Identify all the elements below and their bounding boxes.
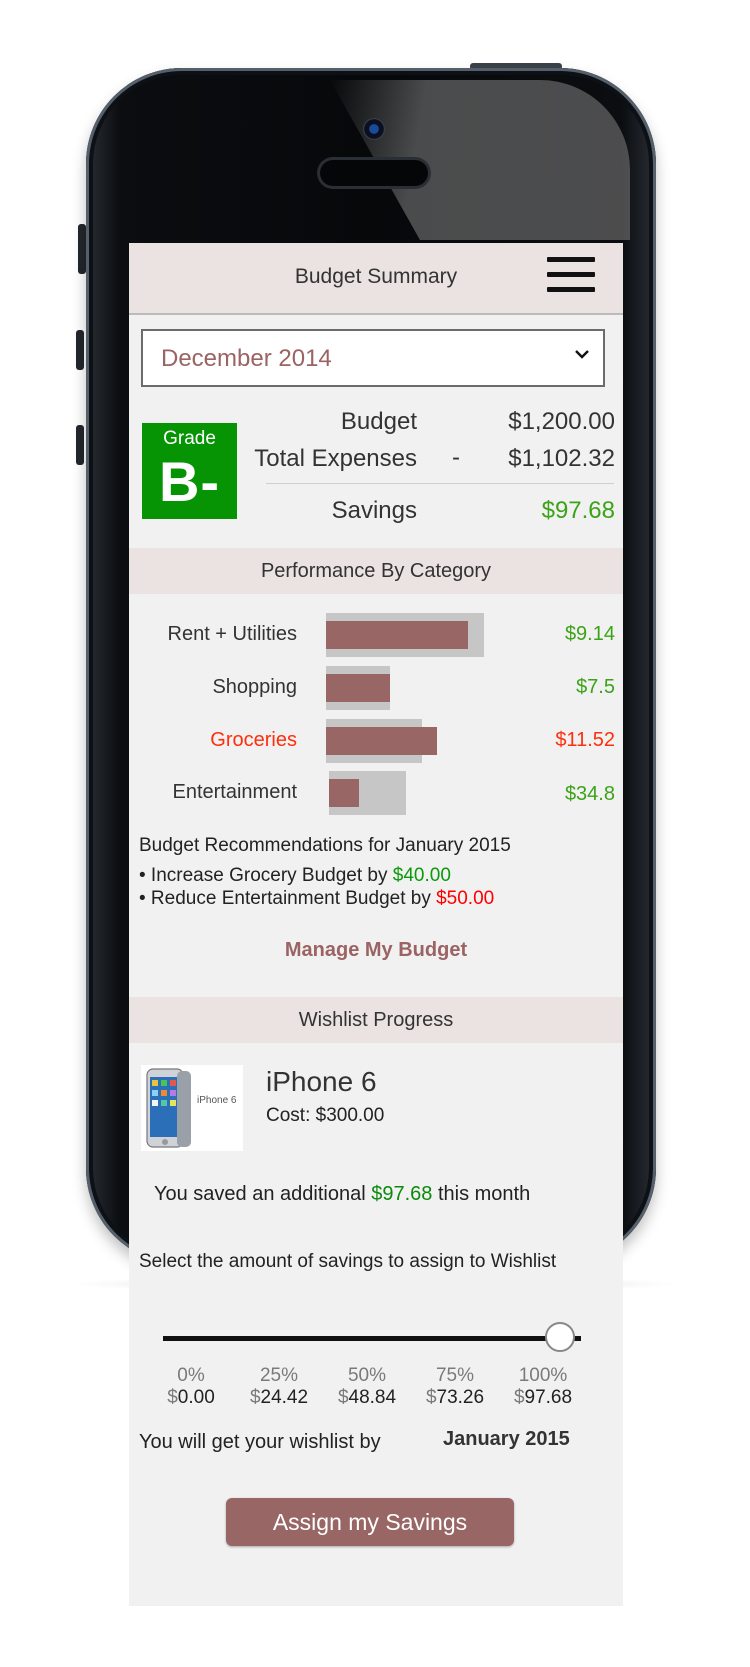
category-row-shopping: Shopping $7.5	[129, 666, 623, 710]
saved-suffix: this month	[432, 1183, 531, 1205]
category-row-entertainment: Entertainment $34.8	[129, 771, 623, 815]
thumbnail-caption: iPhone 6	[197, 1095, 237, 1106]
tick-percent: 0%	[177, 1365, 205, 1386]
wishlist-item-name: iPhone 6	[266, 1066, 377, 1097]
savings-value: $97.68	[541, 497, 615, 524]
camera-icon	[363, 118, 385, 140]
performance-section-header: Performance By Category	[129, 548, 623, 594]
tick-amount: $24.42	[249, 1387, 309, 1408]
category-spent-bar	[326, 674, 390, 702]
category-row-groceries: Groceries $11.52	[129, 719, 623, 763]
wishlist-title: Wishlist Progress	[298, 1009, 454, 1031]
saved-amount: $97.68	[371, 1183, 433, 1205]
slider-tick: 75% $73.26	[410, 1365, 500, 1409]
month-select[interactable]: December 2014	[141, 329, 605, 387]
tick-amount: $73.26	[425, 1387, 485, 1408]
category-label: Rent + Utilities	[167, 623, 298, 645]
tick-percent: 50%	[347, 1365, 387, 1386]
chevron-down-icon	[575, 350, 589, 359]
slider-tick: 25% $24.42	[234, 1365, 324, 1409]
tick-amount: $0.00	[167, 1387, 215, 1408]
category-row-rent: Rent + Utilities $9.14	[129, 613, 623, 657]
month-select-value: December 2014	[161, 345, 332, 372]
category-label: Shopping	[212, 676, 297, 698]
grade-value: B-	[158, 450, 221, 513]
tick-percent: 25%	[259, 1365, 299, 1386]
category-value: $9.14	[564, 623, 615, 645]
category-spent-bar	[326, 727, 437, 755]
tick-percent: 75%	[435, 1365, 475, 1386]
wishlist-section-header: Wishlist Progress	[129, 997, 623, 1043]
category-value: $34.8	[564, 783, 615, 805]
manage-budget-link[interactable]: Manage My Budget	[129, 939, 623, 962]
saved-this-month: You saved an additional $97.68 this mont…	[154, 1183, 530, 1206]
slider-tick: 0% $0.00	[146, 1365, 236, 1409]
recommendation-text: • Reduce Entertainment Budget by	[139, 888, 437, 909]
expenses-label: Total Expenses	[254, 445, 417, 472]
mute-switch	[78, 224, 86, 274]
speaker-grille	[320, 160, 428, 186]
grade-label: Grade	[163, 428, 216, 449]
app-screen: Budget Summary December 2014 Grade B- Bu…	[129, 243, 623, 1606]
summary-divider	[266, 483, 614, 484]
recommendation-item: • Increase Grocery Budget by $40.00	[139, 865, 451, 887]
slider-tick: 100% $97.68	[498, 1365, 588, 1409]
tick-percent: 100%	[518, 1365, 568, 1386]
category-spent-bar	[329, 779, 359, 807]
volume-down-button	[76, 425, 84, 465]
savings-slider-thumb[interactable]	[545, 1322, 575, 1352]
tick-amount: $97.68	[513, 1387, 573, 1408]
volume-up-button	[76, 330, 84, 370]
recommendation-amount: $50.00	[436, 888, 495, 909]
category-value: $11.52	[555, 729, 615, 751]
saved-prefix: You saved an additional	[154, 1183, 372, 1205]
recommendation-text: • Increase Grocery Budget by	[139, 865, 393, 886]
expenses-value: $1,102.32	[508, 445, 615, 472]
category-spent-bar	[326, 621, 468, 649]
category-value: $7.5	[576, 676, 615, 698]
category-label: Groceries	[210, 729, 297, 751]
assign-savings-button[interactable]: Assign my Savings	[226, 1498, 514, 1546]
header-bar: Budget Summary	[129, 243, 623, 315]
recommendation-amount: $40.00	[392, 865, 451, 886]
budget-label: Budget	[340, 408, 417, 435]
eta-value: January 2015	[443, 1428, 570, 1450]
eta-label: You will get your wishlist by	[139, 1431, 381, 1453]
savings-label: Savings	[331, 497, 417, 524]
tick-amount: $48.84	[337, 1387, 397, 1408]
category-label: Entertainment	[172, 781, 297, 803]
recommendations-title: Budget Recommendations for January 2015	[139, 835, 511, 856]
wishlist-item-cost: Cost: $300.00	[266, 1105, 385, 1126]
expenses-sign: -	[452, 444, 460, 471]
hamburger-menu-icon[interactable]	[547, 257, 595, 295]
wishlist-item-image: iPhone 6	[141, 1065, 243, 1151]
recommendation-item: • Reduce Entertainment Budget by $50.00	[139, 888, 494, 910]
assign-prompt: Select the amount of savings to assign t…	[139, 1251, 557, 1272]
grade-badge: Grade B-	[142, 423, 237, 519]
performance-title: Performance By Category	[260, 560, 492, 582]
budget-value: $1,200.00	[508, 408, 615, 435]
iphone-thumbnail-icon	[146, 1068, 191, 1148]
slider-tick: 50% $48.84	[322, 1365, 412, 1409]
savings-slider-track[interactable]	[163, 1336, 581, 1341]
